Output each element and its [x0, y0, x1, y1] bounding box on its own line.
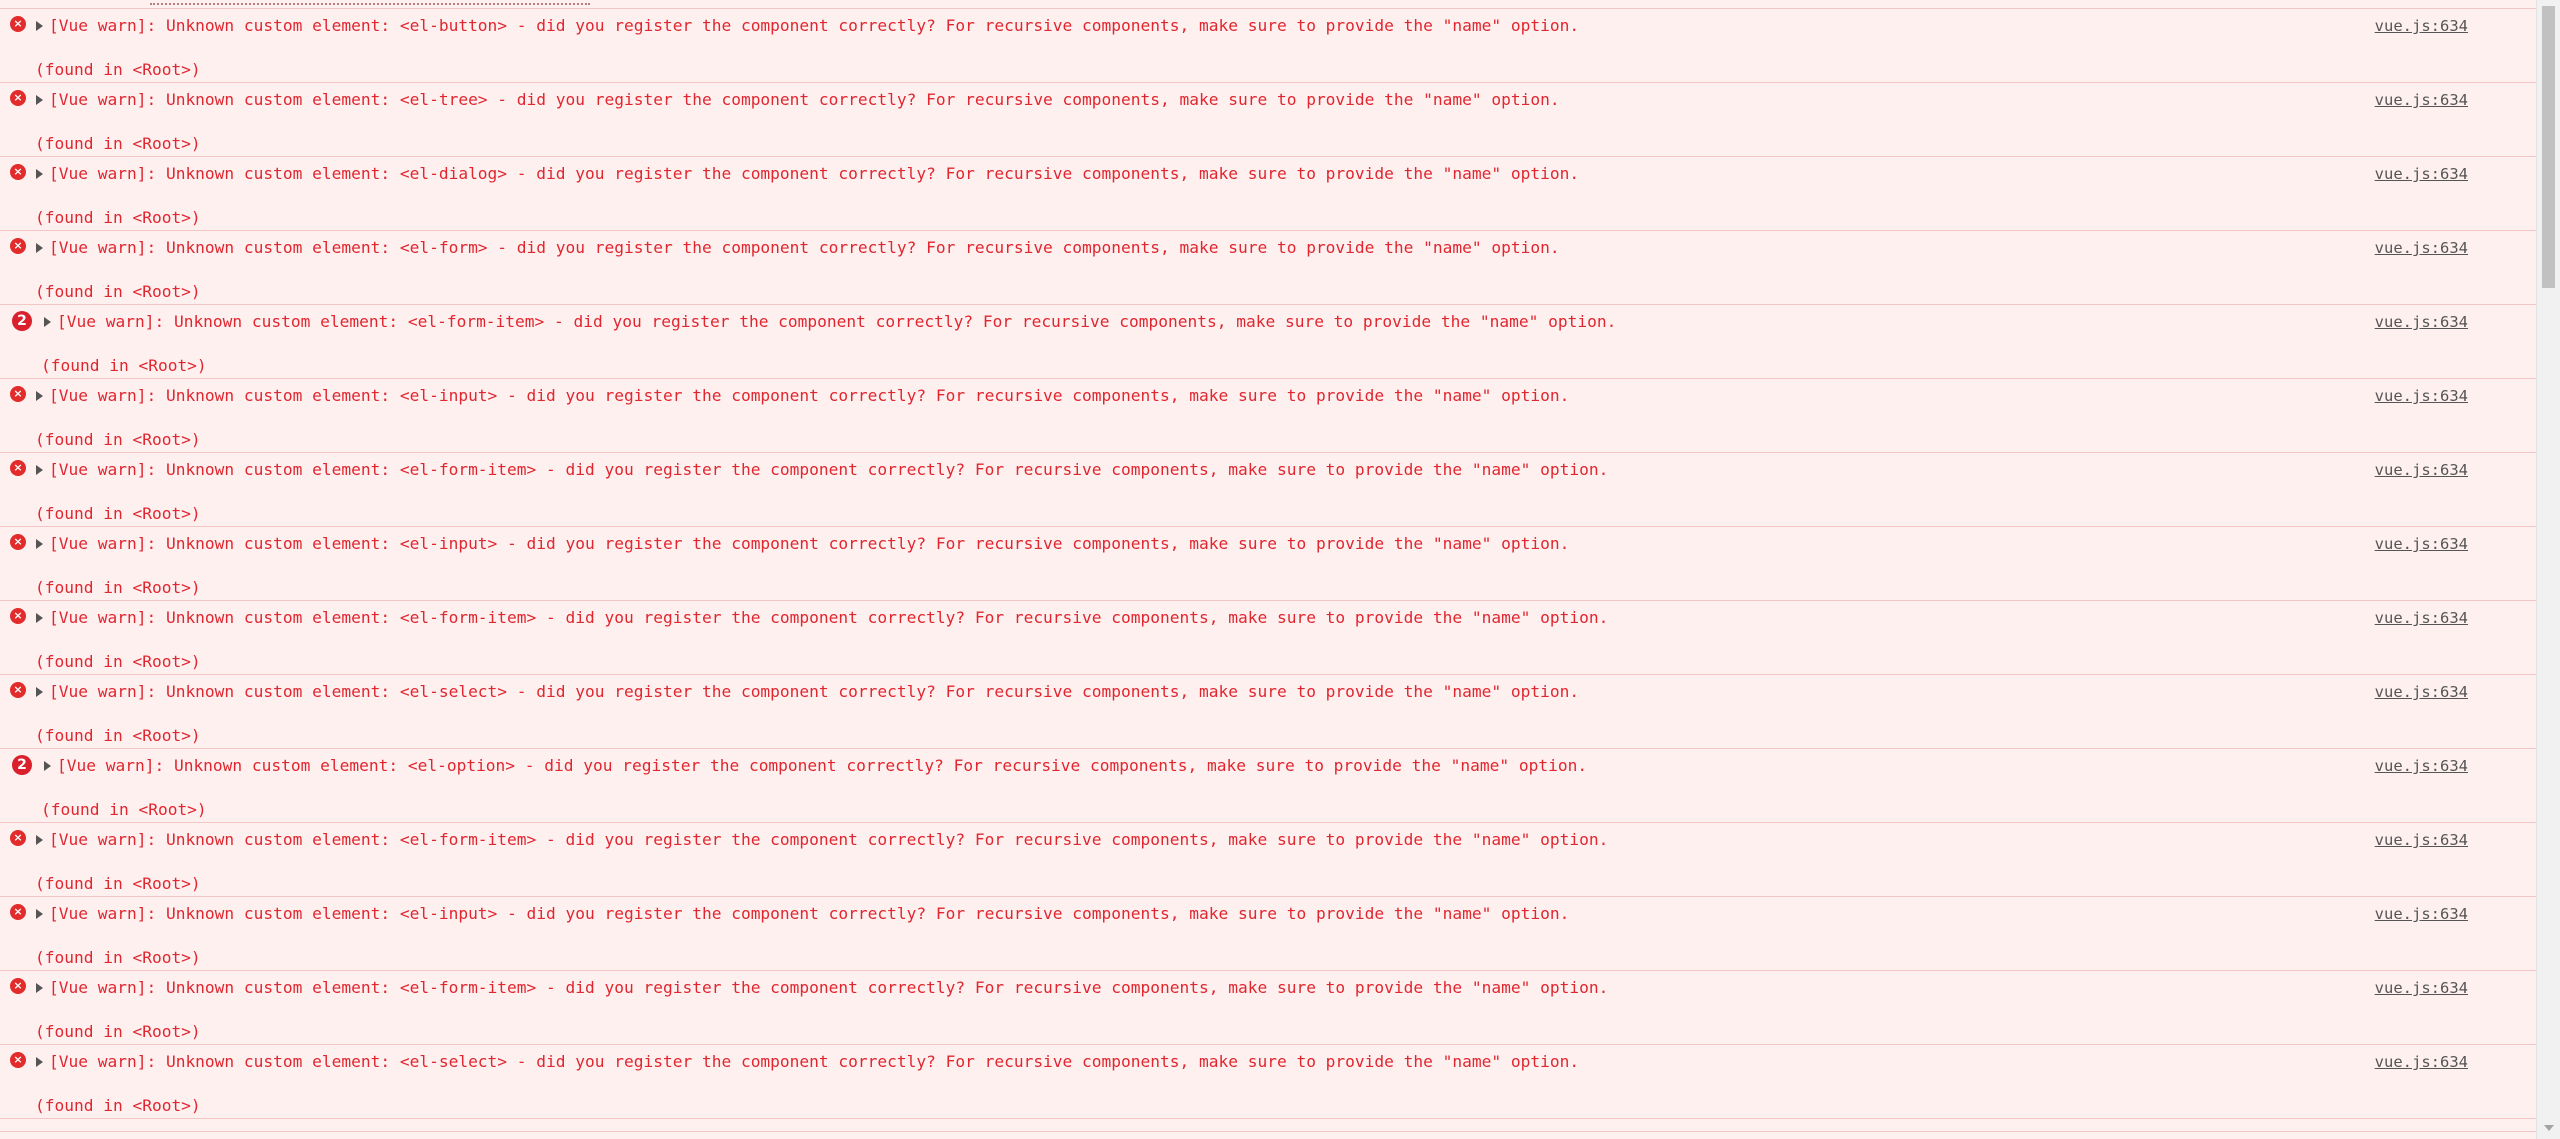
expand-arrow-icon[interactable] — [36, 169, 43, 179]
console-error-message[interactable]: × [Vue warn]: Unknown custom element: <el… — [0, 897, 2536, 971]
error-icon: × — [10, 904, 26, 920]
clipped-link — [150, 0, 590, 5]
vertical-scrollbar[interactable] — [2536, 0, 2560, 1139]
message-text: [Vue warn]: Unknown custom element: <el-… — [49, 90, 1560, 109]
message-found-in: (found in <Root>) — [35, 726, 201, 745]
console-error-message[interactable]: × [Vue warn]: Unknown custom element: <el… — [0, 527, 2536, 601]
console-error-message[interactable]: 2 [Vue warn]: Unknown custom element: <el… — [0, 749, 2536, 823]
source-link[interactable]: vue.js:634 — [2375, 681, 2468, 703]
message-found-in: (found in <Root>) — [35, 504, 201, 523]
console-error-message[interactable]: 2 [Vue warn]: Unknown custom element: <el… — [0, 305, 2536, 379]
error-icon: × — [10, 16, 26, 32]
console-error-message[interactable]: × [Vue warn]: Unknown custom element: <el… — [0, 453, 2536, 527]
expand-arrow-icon[interactable] — [36, 1057, 43, 1067]
source-link[interactable]: vue.js:634 — [2375, 1051, 2468, 1073]
message-text: [Vue warn]: Unknown custom element: <el-… — [49, 830, 1609, 849]
message-text: [Vue warn]: Unknown custom element: <el-… — [57, 756, 1588, 775]
source-link[interactable]: vue.js:634 — [2375, 15, 2468, 37]
message-text: [Vue warn]: Unknown custom element: <el-… — [49, 238, 1560, 257]
message-found-in: (found in <Root>) — [35, 652, 201, 671]
message-found-in: (found in <Root>) — [35, 430, 201, 449]
message-found-in: (found in <Root>) — [35, 578, 201, 597]
message-found-in: (found in <Root>) — [35, 948, 201, 967]
message-text: [Vue warn]: Unknown custom element: <el-… — [49, 904, 1570, 923]
message-text: [Vue warn]: Unknown custom element: <el-… — [49, 682, 1580, 701]
message-text: [Vue warn]: Unknown custom element: <el-… — [49, 608, 1609, 627]
expand-arrow-icon[interactable] — [36, 539, 43, 549]
expand-arrow-icon[interactable] — [36, 465, 43, 475]
console-error-message[interactable]: × [Vue warn]: Unknown custom element: <el… — [0, 83, 2536, 157]
message-found-in: (found in <Root>) — [35, 1022, 201, 1041]
error-icon: × — [10, 386, 26, 402]
error-icon: × — [10, 238, 26, 254]
message-text: [Vue warn]: Unknown custom element: <el-… — [49, 164, 1580, 183]
console-message-list: × [Vue warn]: Unknown custom element: <el… — [0, 9, 2536, 1119]
source-link[interactable]: vue.js:634 — [2375, 829, 2468, 851]
error-icon: × — [10, 534, 26, 550]
repeat-count-badge: 2 — [12, 311, 32, 331]
error-icon: × — [10, 460, 26, 476]
console-error-message[interactable]: × [Vue warn]: Unknown custom element: <el… — [0, 231, 2536, 305]
repeat-count-badge: 2 — [12, 755, 32, 775]
expand-arrow-icon[interactable] — [36, 21, 43, 31]
console-error-message[interactable]: × [Vue warn]: Unknown custom element: <el… — [0, 9, 2536, 83]
console-error-message[interactable]: × [Vue warn]: Unknown custom element: <el… — [0, 379, 2536, 453]
source-link[interactable]: vue.js:634 — [2375, 163, 2468, 185]
expand-arrow-icon[interactable] — [36, 243, 43, 253]
message-found-in: (found in <Root>) — [41, 356, 207, 375]
source-link[interactable]: vue.js:634 — [2375, 977, 2468, 999]
message-found-in: (found in <Root>) — [35, 134, 201, 153]
clipped-previous-message — [0, 0, 2536, 9]
source-link[interactable]: vue.js:634 — [2375, 459, 2468, 481]
expand-arrow-icon[interactable] — [36, 687, 43, 697]
console-error-message[interactable]: × [Vue warn]: Unknown custom element: <el… — [0, 601, 2536, 675]
expand-arrow-icon[interactable] — [36, 835, 43, 845]
message-found-in: (found in <Root>) — [35, 282, 201, 301]
clipped-next-message — [0, 1131, 2536, 1139]
source-link[interactable]: vue.js:634 — [2375, 903, 2468, 925]
error-icon: × — [10, 608, 26, 624]
expand-arrow-icon[interactable] — [36, 983, 43, 993]
expand-arrow-icon[interactable] — [36, 391, 43, 401]
expand-arrow-icon[interactable] — [36, 95, 43, 105]
error-icon: × — [10, 1052, 26, 1068]
console-panel: × [Vue warn]: Unknown custom element: <el… — [0, 0, 2536, 1139]
expand-arrow-icon[interactable] — [44, 761, 51, 771]
console-error-message[interactable]: × [Vue warn]: Unknown custom element: <el… — [0, 157, 2536, 231]
scrollbar-thumb[interactable] — [2542, 6, 2555, 288]
error-icon: × — [10, 164, 26, 180]
message-found-in: (found in <Root>) — [41, 800, 207, 819]
message-found-in: (found in <Root>) — [35, 874, 201, 893]
source-link[interactable]: vue.js:634 — [2375, 607, 2468, 629]
source-link[interactable]: vue.js:634 — [2375, 385, 2468, 407]
message-text: [Vue warn]: Unknown custom element: <el-… — [49, 16, 1580, 35]
message-text: [Vue warn]: Unknown custom element: <el-… — [57, 312, 1617, 331]
console-error-message[interactable]: × [Vue warn]: Unknown custom element: <el… — [0, 675, 2536, 749]
scroll-down-arrow-icon[interactable] — [2544, 1125, 2554, 1131]
message-text: [Vue warn]: Unknown custom element: <el-… — [49, 1052, 1580, 1071]
expand-arrow-icon[interactable] — [36, 613, 43, 623]
console-error-message[interactable]: × [Vue warn]: Unknown custom element: <el… — [0, 823, 2536, 897]
message-found-in: (found in <Root>) — [35, 60, 201, 79]
expand-arrow-icon[interactable] — [44, 317, 51, 327]
source-link[interactable]: vue.js:634 — [2375, 89, 2468, 111]
message-text: [Vue warn]: Unknown custom element: <el-… — [49, 534, 1570, 553]
error-icon: × — [10, 978, 26, 994]
error-icon: × — [10, 90, 26, 106]
message-found-in: (found in <Root>) — [35, 1096, 201, 1115]
expand-arrow-icon[interactable] — [36, 909, 43, 919]
message-text: [Vue warn]: Unknown custom element: <el-… — [49, 460, 1609, 479]
console-error-message[interactable]: × [Vue warn]: Unknown custom element: <el… — [0, 971, 2536, 1045]
error-icon: × — [10, 682, 26, 698]
console-error-message[interactable]: × [Vue warn]: Unknown custom element: <el… — [0, 1045, 2536, 1119]
source-link[interactable]: vue.js:634 — [2375, 533, 2468, 555]
source-link[interactable]: vue.js:634 — [2375, 311, 2468, 333]
source-link[interactable]: vue.js:634 — [2375, 755, 2468, 777]
source-link[interactable]: vue.js:634 — [2375, 237, 2468, 259]
message-text: [Vue warn]: Unknown custom element: <el-… — [49, 978, 1609, 997]
message-text: [Vue warn]: Unknown custom element: <el-… — [49, 386, 1570, 405]
message-found-in: (found in <Root>) — [35, 208, 201, 227]
error-icon: × — [10, 830, 26, 846]
